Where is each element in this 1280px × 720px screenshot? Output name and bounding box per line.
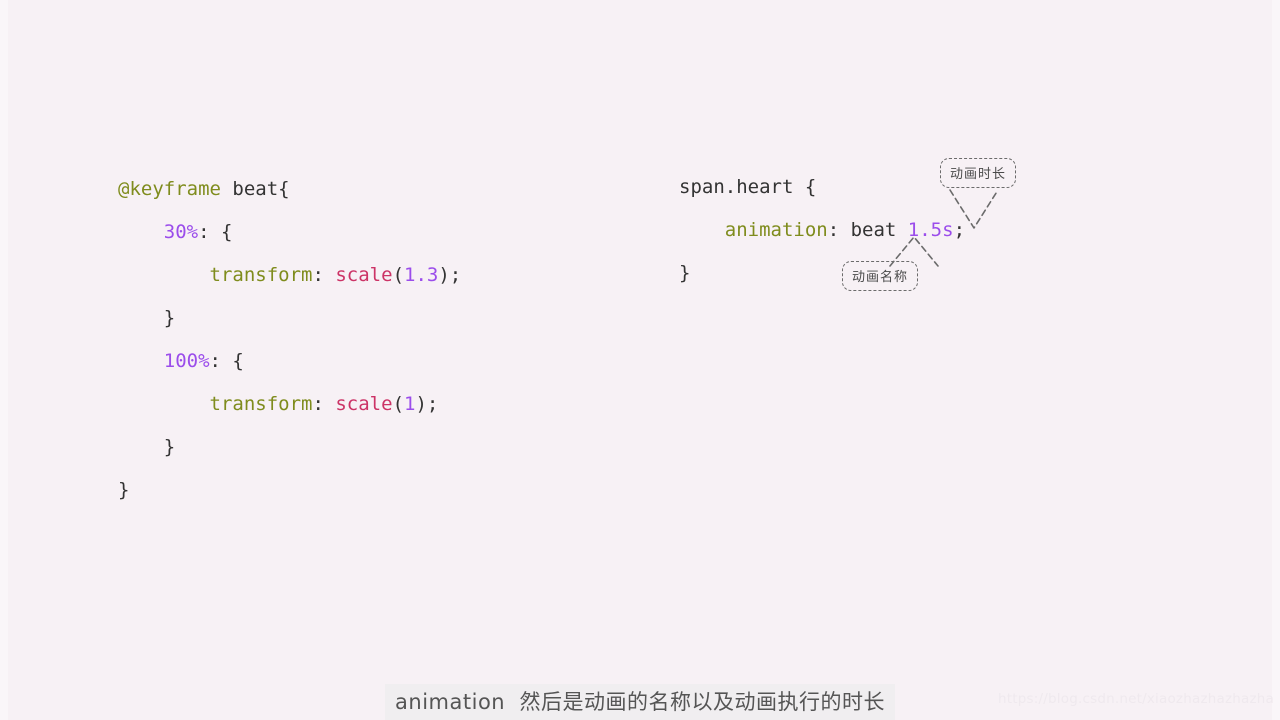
code-token-plain: ( <box>392 393 405 415</box>
code-token-num: 1.5s <box>907 219 954 241</box>
code-line: transform: scale(1.3); <box>118 254 462 297</box>
code-token-plain: span.heart { <box>679 176 817 198</box>
code-line: } <box>118 426 461 469</box>
code-token-num: 1.3 <box>404 264 439 286</box>
code-token-plain: } <box>118 479 130 501</box>
code-token-plain: : { <box>209 350 244 372</box>
code-line: } <box>118 469 461 512</box>
code-token-plain: ); <box>438 264 462 286</box>
code-line: 100%: { <box>118 340 461 383</box>
code-line: 30%: { <box>118 211 461 254</box>
code-token-plain: : <box>312 264 336 286</box>
code-line: span.heart { <box>679 166 965 209</box>
code-token-plain: beat{ <box>220 178 290 200</box>
right-edge-strip <box>1272 0 1280 720</box>
left-edge-strip <box>0 0 8 720</box>
code-token-prop: transform <box>209 264 313 286</box>
code-token-fn: scale <box>335 393 393 415</box>
code-token-num: 100% <box>163 350 210 372</box>
code-token-plain: : beat <box>827 219 908 241</box>
code-line: transform: scale(1); <box>118 383 461 426</box>
subtitle-text: animation 然后是动画的名称以及动画执行的时长 <box>385 684 895 720</box>
code-token-plain: } <box>679 262 691 284</box>
code-token-plain: ( <box>392 264 405 286</box>
code-token-plain: : { <box>198 221 233 243</box>
code-block-keyframes: @keyframe beat{ 30%: { transform: scale(… <box>118 168 461 512</box>
code-line: animation: beat 1.5s; <box>679 209 965 252</box>
code-token-prop: transform <box>209 393 313 415</box>
code-line: } <box>118 297 461 340</box>
code-token-plain: } <box>118 436 176 458</box>
code-token-plain: ; <box>953 219 966 241</box>
code-block-animation-usage: span.heart { animation: beat 1.5s;} <box>679 166 965 295</box>
callout-animation-duration: 动画时长 <box>940 158 1017 188</box>
watermark-url: https://blog.csdn.net/xiaozhazhazhazha <box>998 691 1274 707</box>
code-token-num: 30% <box>163 221 199 243</box>
code-token-num: 1 <box>404 393 416 415</box>
slide-canvas: @keyframe beat{ 30%: { transform: scale(… <box>0 0 1280 720</box>
callout-animation-name: 动画名称 <box>842 261 919 291</box>
code-token-plain: : <box>312 393 336 415</box>
code-token-plain: } <box>118 307 176 329</box>
code-line: } <box>679 252 965 295</box>
code-token-prop: animation <box>724 219 828 241</box>
code-line: @keyframe beat{ <box>118 168 461 211</box>
code-token-plain: ); <box>415 393 439 415</box>
code-token-fn: scale <box>335 264 393 286</box>
code-token-at: @keyframe <box>118 178 221 200</box>
